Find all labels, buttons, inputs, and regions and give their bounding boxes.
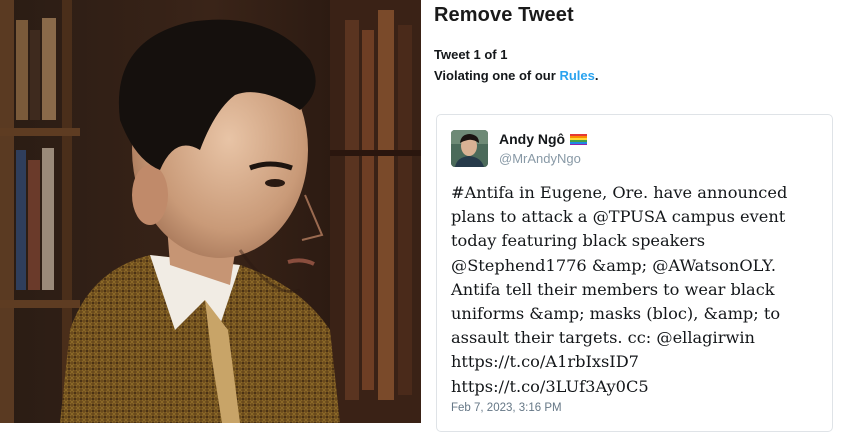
remove-tweet-panel: Remove Tweet Tweet 1 of 1 Violating one … <box>421 0 845 432</box>
portrait-image <box>0 0 421 423</box>
tweet-card: Andy Ngô @MrAndyNgo #Antifa in Eugene, O… <box>436 114 833 432</box>
rainbow-flag-icon <box>570 134 588 145</box>
tweet-text: #Antifa in Eugene, Ore. have announced p… <box>451 183 788 396</box>
violation-notice: Violating one of our Rules. <box>434 68 598 83</box>
screenshot: Remove Tweet Tweet 1 of 1 Violating one … <box>0 0 845 432</box>
author-name[interactable]: Andy Ngô <box>499 131 588 147</box>
page-title: Remove Tweet <box>434 4 574 26</box>
violation-prefix: Violating one of our <box>434 68 560 83</box>
violation-suffix: . <box>594 68 599 83</box>
avatar-image <box>451 130 488 167</box>
author-name-text: Andy Ngô <box>499 131 566 147</box>
tweet-timestamp[interactable]: Feb 7, 2023, 3:16 PM <box>451 402 562 414</box>
avatar[interactable] <box>451 130 488 167</box>
author-handle[interactable]: @MrAndyNgo <box>499 151 581 166</box>
tweet-counter: Tweet 1 of 1 <box>434 47 508 62</box>
rules-link[interactable]: Rules <box>559 68 594 83</box>
portrait-photo <box>0 0 421 423</box>
